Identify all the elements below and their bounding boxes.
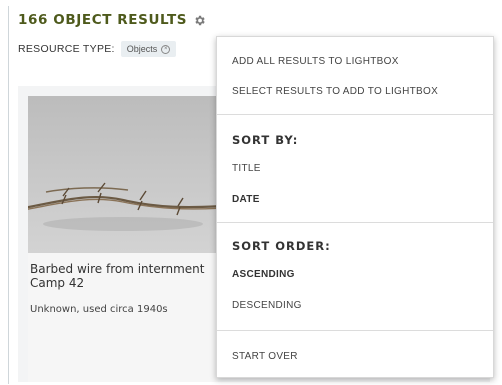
menu-start-over[interactable]: START OVER [232, 351, 298, 362]
filter-pill-label: Objects [126, 44, 158, 54]
sort-option-title[interactable]: TITLE [232, 163, 261, 174]
sort-order-descending[interactable]: DESCENDING [232, 300, 302, 311]
resource-type-filter: RESOURCE TYPE: Objects × [18, 41, 177, 57]
sort-option-date[interactable]: DATE [232, 194, 260, 205]
menu-divider [217, 330, 493, 331]
result-card[interactable]: Barbed wire from internment Camp 42 Unkn… [28, 96, 218, 382]
menu-divider [217, 222, 493, 223]
filter-pill-objects[interactable]: Objects × [120, 41, 177, 57]
result-thumbnail[interactable] [28, 96, 218, 253]
result-subtitle: Unknown, used circa 1940s [30, 304, 168, 315]
menu-add-all-to-lightbox[interactable]: ADD ALL RESULTS TO LIGHTBOX [232, 56, 399, 67]
results-count-title: 166 OBJECT RESULTS [18, 12, 188, 28]
menu-divider [217, 114, 493, 115]
sort-by-heading: SORT BY: [232, 133, 299, 147]
result-title[interactable]: Barbed wire from internment Camp 42 [30, 262, 216, 290]
gear-icon[interactable] [193, 14, 206, 27]
results-header: 166 OBJECT RESULTS [18, 12, 206, 28]
close-circle-icon[interactable]: × [161, 44, 171, 54]
sort-order-heading: SORT ORDER: [232, 239, 331, 253]
resource-type-label: RESOURCE TYPE: [18, 43, 115, 55]
sort-order-ascending[interactable]: ASCENDING [232, 269, 295, 280]
menu-select-results-to-lightbox[interactable]: SELECT RESULTS TO ADD TO LIGHTBOX [232, 86, 438, 97]
results-options-menu: ADD ALL RESULTS TO LIGHTBOX SELECT RESUL… [216, 36, 494, 378]
